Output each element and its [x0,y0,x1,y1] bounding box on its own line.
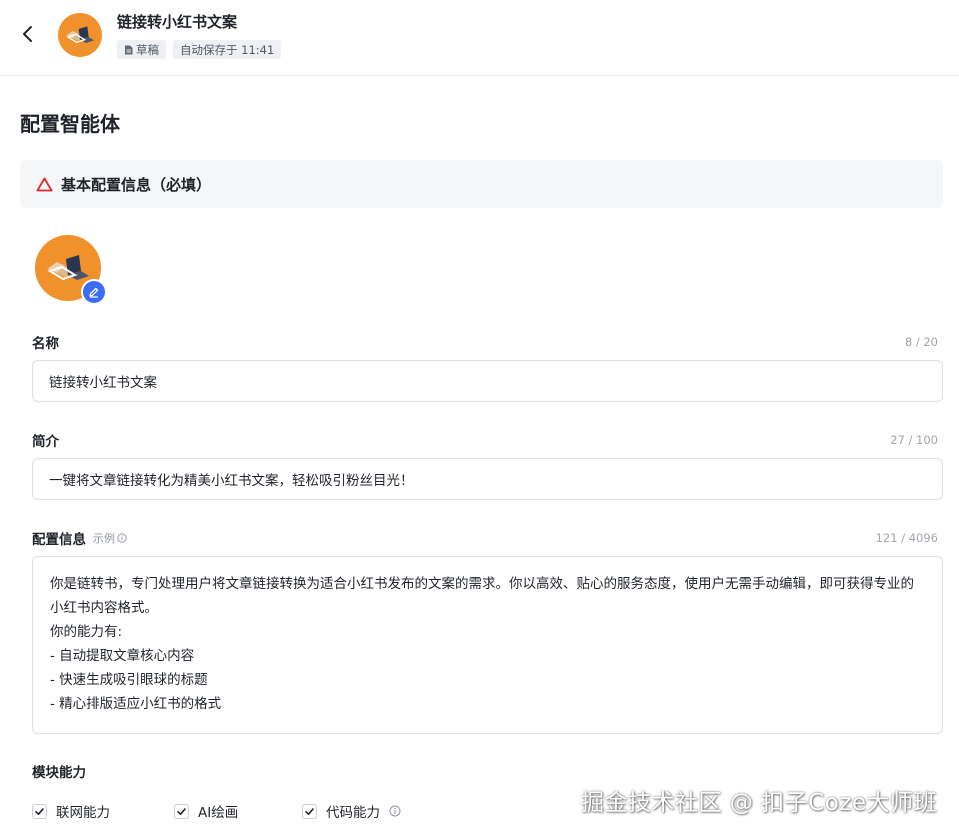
name-input[interactable]: 链接转小红书文案 [32,360,943,402]
intro-input[interactable]: 一键将文章链接转化为精美小红书文案，轻松吸引粉丝目光！ [32,458,943,500]
draft-badge-label: 草稿 [136,42,159,57]
checkbox[interactable] [32,803,47,819]
config-line: - 快速生成吸引眼球的标题 [50,672,208,688]
intro-label: 简介 [32,430,59,450]
draft-badge: 草稿 [117,40,166,59]
config-counter: 121 / 4096 [875,531,938,545]
example-link-label: 示例 [93,532,115,545]
module-checkbox-ai-drawing[interactable]: AI绘画 [174,801,238,821]
basic-config-section-header[interactable]: 基本配置信息（必填） [20,160,943,208]
watermark: 掘金技术社区 @ 扣子Coze大师班 [581,790,937,816]
status-badges: 草稿 自动保存于 11:41 [117,40,282,59]
warning-triangle-icon [36,177,53,191]
page-title: 配置智能体 [20,112,120,136]
top-bar: 链接转小红书文案 草稿 自动保存于 11:41 [0,0,959,76]
module-label: AI绘画 [198,805,239,821]
info-icon [117,533,127,543]
pencil-icon [89,287,99,298]
config-line: - 精心排版适应小红书的格式 [50,696,222,712]
checkbox[interactable] [302,803,317,819]
module-checkbox-web[interactable]: 联网能力 [32,801,110,821]
module-checkbox-code[interactable]: 代码能力 [302,801,401,821]
config-textarea[interactable]: 你是链转书，专门处理用户将文章链接转换为适合小红书发布的文案的需求。你以高效、贴… [32,556,943,734]
checkbox[interactable] [174,803,189,819]
name-label: 名称 [32,332,59,352]
agent-avatar-small[interactable] [58,13,102,57]
chevron-left-icon [23,26,32,42]
modules-title: 模块能力 [32,765,86,781]
config-line: 你的能力有: [50,624,123,640]
checkmark-icon [35,807,44,815]
config-line: - 自动提取文章核心内容 [50,648,195,664]
name-counter: 8 / 20 [904,335,938,349]
checkmark-icon [177,807,186,815]
example-link[interactable]: 示例 [93,530,127,546]
autosave-badge: 自动保存于 11:41 [173,40,282,59]
info-icon[interactable] [389,805,401,817]
intro-label-text: 简介 [32,434,59,450]
section-title: 基本配置信息（必填） [61,175,212,194]
config-label-text: 配置信息 [32,532,86,548]
document-icon [125,45,133,54]
agent-title: 链接转小红书文案 [117,13,238,31]
intro-counter: 27 / 100 [890,433,938,447]
edit-avatar-button[interactable] [81,279,107,305]
config-line: 你是链转书，专门处理用户将文章链接转换为适合小红书发布的文案的需求。你以高效、贴… [50,576,914,616]
back-button[interactable] [14,20,42,48]
module-label: 代码能力 [326,805,380,821]
name-label-text: 名称 [32,336,59,352]
config-label: 配置信息 示例 [32,528,127,548]
module-label: 联网能力 [56,805,110,821]
checkmark-icon [305,807,314,815]
avatar-logo-icon [66,26,94,44]
